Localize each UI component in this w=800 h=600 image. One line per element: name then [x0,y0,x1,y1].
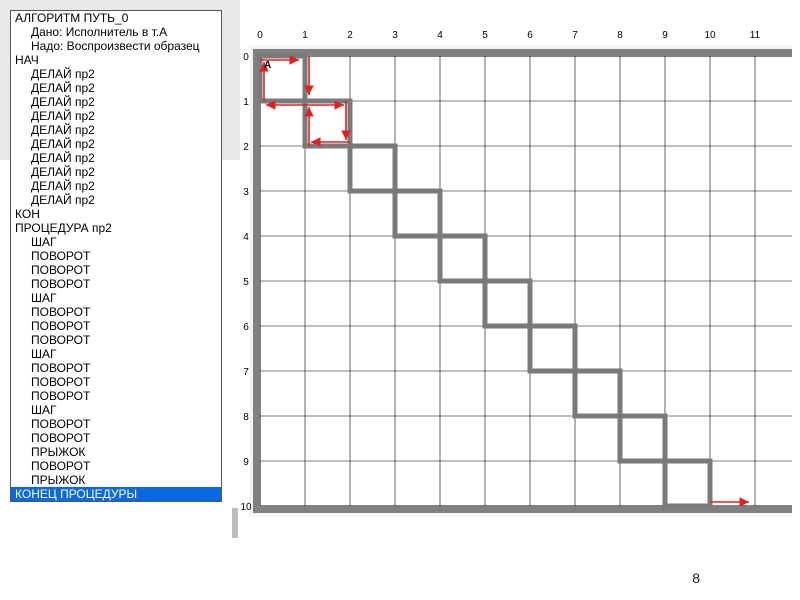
row-label: 5 [243,277,249,288]
code-line[interactable]: ПОВОРОТ [11,277,221,291]
code-line[interactable]: ДЕЛАЙ пр2 [11,193,221,207]
code-line[interactable]: ПОВОРОТ [11,263,221,277]
grid-canvas[interactable]: 0 1 2 3 4 5 6 7 8 9 10 11 0 1 2 3 4 5 6 7 8 9 10 A [232,16,792,576]
code-line[interactable]: ПОВОРОТ [11,305,221,319]
code-line[interactable]: ПОВОРОТ [11,319,221,333]
row-label: 6 [243,322,249,333]
col-label: 2 [347,30,353,41]
code-line[interactable]: ДЕЛАЙ пр2 [11,165,221,179]
code-line[interactable]: ДЕЛАЙ пр2 [11,109,221,123]
code-line[interactable]: ШАГ [11,347,221,361]
row-label: 10 [240,502,252,513]
row-label: 8 [243,412,249,423]
algorithm-code-panel[interactable]: АЛГОРИТМ ПУТЬ_0Дано: Исполнитель в т.АНа… [10,10,222,502]
col-label: 8 [617,30,623,41]
row-label: 3 [243,187,249,198]
code-listing: АЛГОРИТМ ПУТЬ_0Дано: Исполнитель в т.АНа… [11,11,221,501]
page-number: 8 [692,570,700,586]
code-line[interactable]: ПОВОРОТ [11,249,221,263]
code-line[interactable]: ДЕЛАЙ пр2 [11,67,221,81]
grid-svg: 0 1 2 3 4 5 6 7 8 9 10 11 0 1 2 3 4 5 6 7 8 9 10 A [232,16,792,556]
code-line[interactable]: ДЕЛАЙ пр2 [11,137,221,151]
col-label: 3 [392,30,398,41]
code-line[interactable]: ШАГ [11,235,221,249]
col-label: 11 [750,30,761,41]
code-line[interactable]: ШАГ [11,403,221,417]
start-point-label: A [264,60,271,71]
row-label: 9 [243,457,249,468]
col-label: 7 [572,30,578,41]
code-line[interactable]: ПРЫЖОК [11,445,221,459]
row-label: 1 [243,97,249,108]
scrollbar-stub [232,508,238,538]
row-label: 0 [243,52,249,63]
code-line[interactable]: ДЕЛАЙ пр2 [11,179,221,193]
code-line[interactable]: НАЧ [11,53,221,67]
col-label: 5 [482,30,488,41]
code-line[interactable]: КОН [11,207,221,221]
col-label: 0 [257,30,263,41]
code-line[interactable]: ПОВОРОТ [11,459,221,473]
row-label: 4 [243,232,249,243]
code-line[interactable]: АЛГОРИТМ ПУТЬ_0 [11,11,221,25]
code-line[interactable]: ПРОЦЕДУРА пр2 [11,221,221,235]
code-line[interactable]: ДЕЛАЙ пр2 [11,123,221,137]
row-label: 2 [243,142,249,153]
code-line[interactable]: ПОВОРОТ [11,361,221,375]
code-line[interactable]: ПОВОРОТ [11,333,221,347]
code-line[interactable]: КОНЕЦ ПРОЦЕДУРЫ [11,487,221,501]
code-line[interactable]: ДЕЛАЙ пр2 [11,81,221,95]
code-line[interactable]: Дано: Исполнитель в т.А [11,25,221,39]
code-line[interactable]: ПОВОРОТ [11,431,221,445]
code-line[interactable]: ПОВОРОТ [11,417,221,431]
code-line[interactable]: ДЕЛАЙ пр2 [11,95,221,109]
col-label: 10 [704,30,716,41]
col-label: 4 [437,30,443,41]
code-line[interactable]: Надо: Воспроизвести образец [11,39,221,53]
code-line[interactable]: ДЕЛАЙ пр2 [11,151,221,165]
code-line[interactable]: ПОВОРОТ [11,375,221,389]
code-line[interactable]: ПОВОРОТ [11,389,221,403]
col-label: 1 [302,30,308,41]
col-label: 6 [527,30,533,41]
row-label: 7 [243,367,249,378]
col-label: 9 [662,30,668,41]
code-line[interactable]: ПРЫЖОК [11,473,221,487]
code-line[interactable]: ШАГ [11,291,221,305]
